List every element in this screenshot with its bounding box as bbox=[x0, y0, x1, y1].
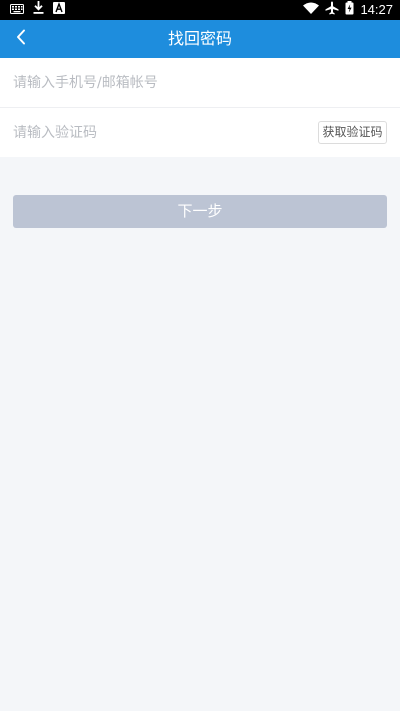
page-title: 找回密码 bbox=[167, 29, 232, 48]
verification-code-input[interactable] bbox=[13, 108, 303, 157]
code-row: 获取验证码 bbox=[0, 108, 400, 157]
wifi-icon bbox=[303, 1, 320, 19]
status-left-icons bbox=[10, 1, 65, 19]
app-header: 找回密码 bbox=[0, 20, 400, 58]
keyboard-icon bbox=[10, 1, 24, 19]
status-time: 14:27 bbox=[360, 2, 393, 17]
account-input[interactable] bbox=[13, 58, 383, 107]
next-button[interactable]: 下一步 bbox=[13, 195, 387, 228]
status-right-icons: 14:27 bbox=[303, 0, 393, 20]
airplane-icon bbox=[325, 1, 339, 20]
font-icon bbox=[53, 1, 65, 19]
status-bar: 14:27 bbox=[0, 0, 400, 20]
reset-form: 获取验证码 bbox=[0, 58, 400, 157]
battery-icon bbox=[345, 0, 354, 20]
download-icon bbox=[33, 1, 44, 19]
account-row bbox=[0, 58, 400, 107]
get-code-button[interactable]: 获取验证码 bbox=[318, 121, 387, 144]
